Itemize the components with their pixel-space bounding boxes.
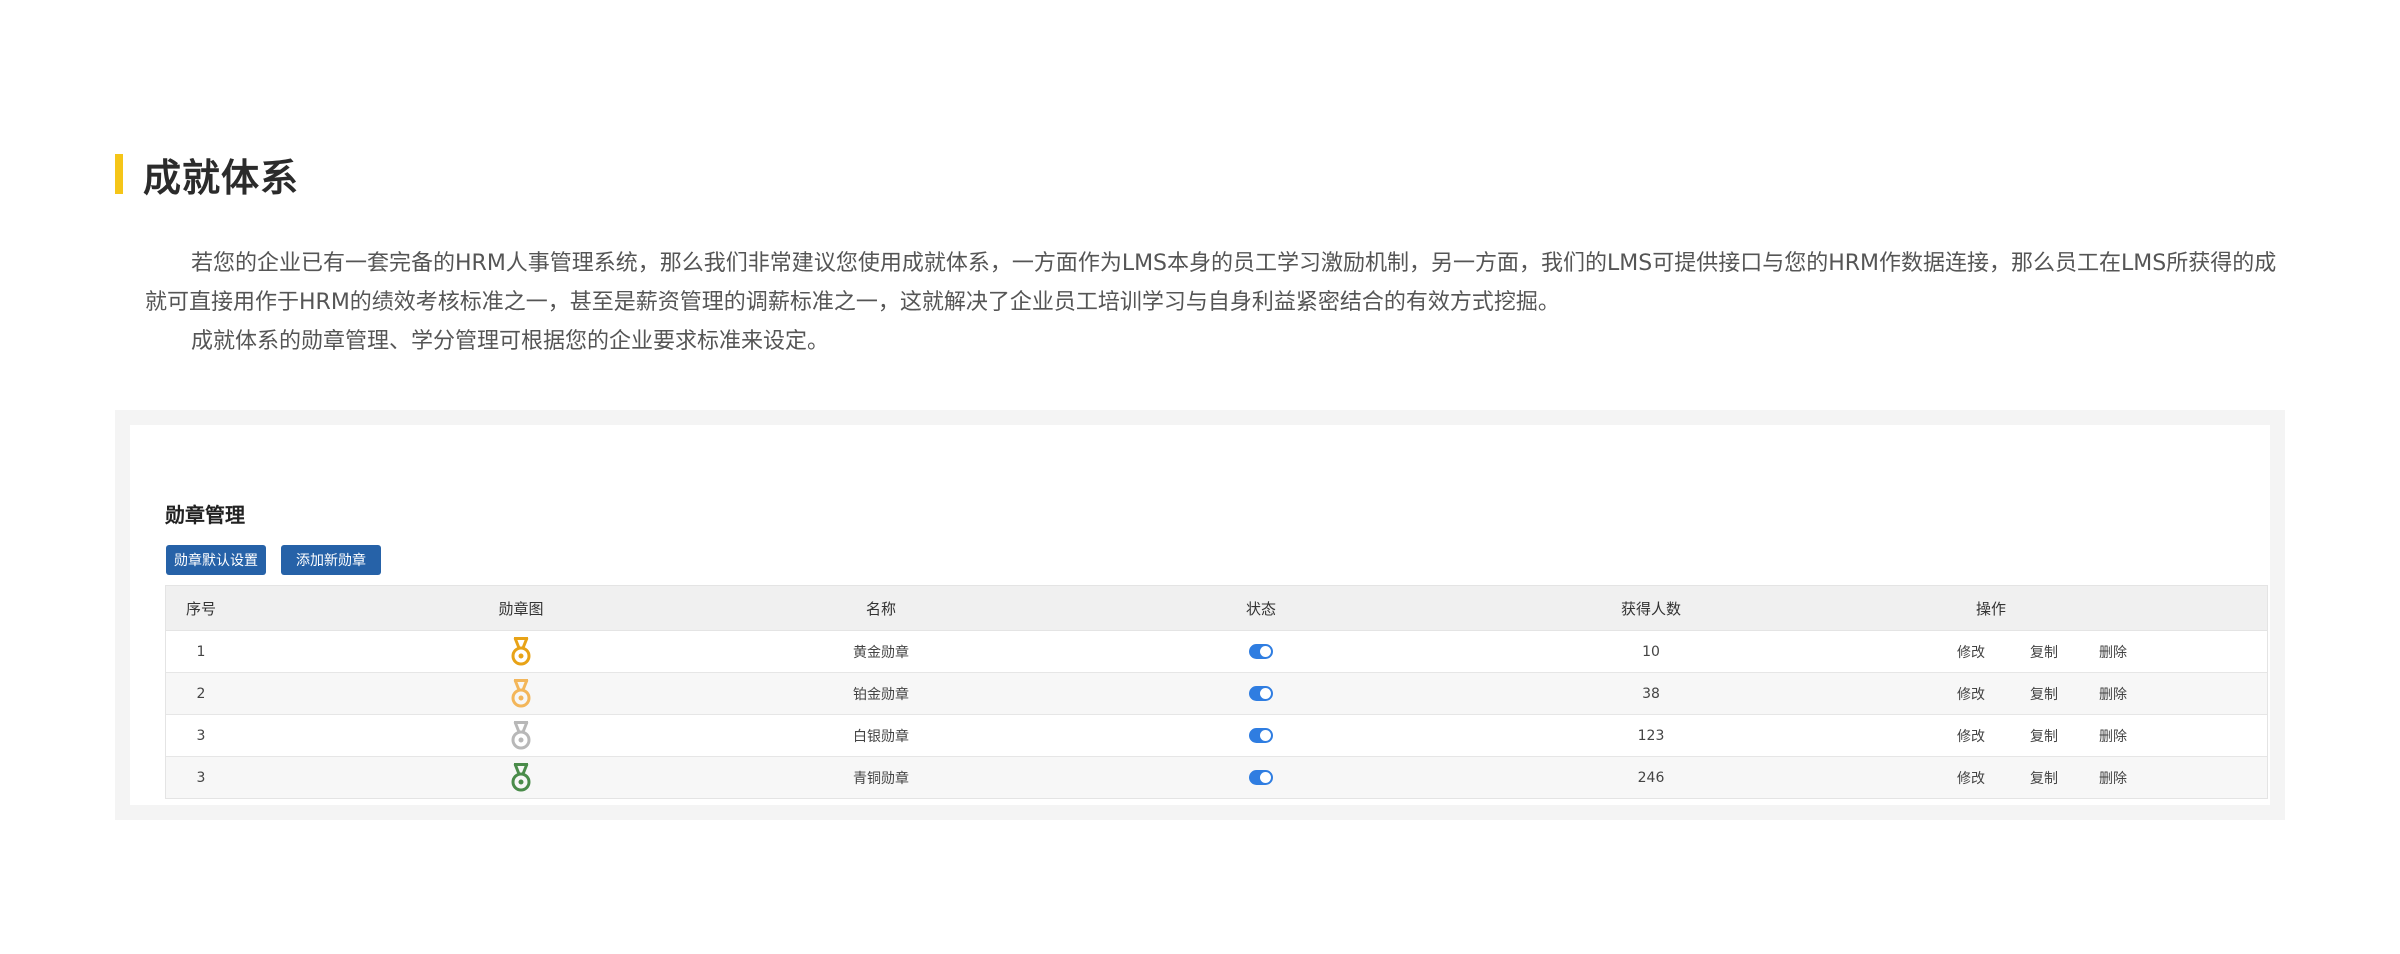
row-count: 10 xyxy=(1642,643,1660,660)
row-count: 38 xyxy=(1642,685,1660,702)
medal-management-panel: 勋章管理 勋章默认设置 添加新勋章 序号 勋章图 名称 状态 获得人数 操作 1… xyxy=(130,425,2270,805)
bronze-medal-icon xyxy=(436,757,606,798)
page-title: 成就体系 xyxy=(143,155,300,200)
header-count: 获得人数 xyxy=(1620,599,1681,618)
intro-paragraph-1: 若您的企业已有一套完备的HRM人事管理系统，那么我们非常建议您使用成就体系，一方… xyxy=(145,251,2277,315)
medal-default-settings-button[interactable]: 勋章默认设置 xyxy=(166,545,266,575)
add-medal-button[interactable]: 添加新勋章 xyxy=(281,545,381,575)
title-accent-bar xyxy=(115,154,123,194)
copy-link[interactable]: 复制 xyxy=(2030,673,2058,714)
silver-medal-icon xyxy=(436,715,606,756)
status-toggle[interactable] xyxy=(1249,728,1273,743)
row-no: 3 xyxy=(196,769,206,786)
delete-link[interactable]: 删除 xyxy=(2099,673,2127,714)
header-no: 序号 xyxy=(185,599,216,618)
medal-table: 序号 勋章图 名称 状态 获得人数 操作 1 黄金勋章 10 修改 复制 删除 2 铂金勋章 3… xyxy=(165,585,2268,799)
header-ops: 操作 xyxy=(1975,599,2006,618)
row-no: 2 xyxy=(196,685,206,702)
status-toggle-cell xyxy=(1176,631,1346,672)
row-name: 青铜勋章 xyxy=(853,770,909,787)
header-name: 名称 xyxy=(865,599,896,618)
table-row: 2 铂金勋章 38 修改 复制 删除 xyxy=(166,673,2267,715)
copy-link[interactable]: 复制 xyxy=(2030,715,2058,756)
platinum-medal-icon xyxy=(436,673,606,714)
table-header: 序号 勋章图 名称 状态 获得人数 操作 xyxy=(166,586,2267,631)
edit-link[interactable]: 修改 xyxy=(1957,631,1985,672)
section-header: 成就体系 xyxy=(115,150,299,200)
table-row: 1 黄金勋章 10 修改 复制 删除 xyxy=(166,631,2267,673)
status-toggle[interactable] xyxy=(1249,644,1273,659)
gold-medal-icon xyxy=(436,631,606,672)
delete-link[interactable]: 删除 xyxy=(2099,715,2127,756)
header-status: 状态 xyxy=(1245,599,1276,618)
panel-title: 勋章管理 xyxy=(165,503,245,527)
header-icon: 勋章图 xyxy=(498,599,544,618)
row-no: 3 xyxy=(196,727,206,744)
intro-text: 若您的企业已有一套完备的HRM人事管理系统，那么我们非常建议您使用成就体系，一方… xyxy=(145,244,2295,361)
row-count: 246 xyxy=(1637,769,1665,786)
delete-link[interactable]: 删除 xyxy=(2099,631,2127,672)
table-row: 3 青铜勋章 246 修改 复制 删除 xyxy=(166,757,2267,798)
screenshot-frame: 勋章管理 勋章默认设置 添加新勋章 序号 勋章图 名称 状态 获得人数 操作 1… xyxy=(115,410,2285,820)
copy-link[interactable]: 复制 xyxy=(2030,631,2058,672)
status-toggle-cell xyxy=(1176,673,1346,714)
intro-paragraph-2: 成就体系的勋章管理、学分管理可根据您的企业要求标准来设定。 xyxy=(191,329,830,354)
status-toggle[interactable] xyxy=(1249,686,1273,701)
status-toggle[interactable] xyxy=(1249,770,1273,785)
edit-link[interactable]: 修改 xyxy=(1957,757,1985,798)
copy-link[interactable]: 复制 xyxy=(2030,757,2058,798)
row-name: 黄金勋章 xyxy=(853,644,909,661)
row-name: 铂金勋章 xyxy=(853,686,909,703)
row-name: 白银勋章 xyxy=(853,728,909,745)
status-toggle-cell xyxy=(1176,757,1346,798)
delete-link[interactable]: 删除 xyxy=(2099,757,2127,798)
status-toggle-cell xyxy=(1176,715,1346,756)
row-count: 123 xyxy=(1637,727,1665,744)
row-no: 1 xyxy=(196,643,206,660)
table-body: 1 黄金勋章 10 修改 复制 删除 2 铂金勋章 38 修改 复制 删除 3 白银勋章 123 修改 复制 删除… xyxy=(166,631,2267,798)
edit-link[interactable]: 修改 xyxy=(1957,673,1985,714)
table-row: 3 白银勋章 123 修改 复制 删除 xyxy=(166,715,2267,757)
edit-link[interactable]: 修改 xyxy=(1957,715,1985,756)
